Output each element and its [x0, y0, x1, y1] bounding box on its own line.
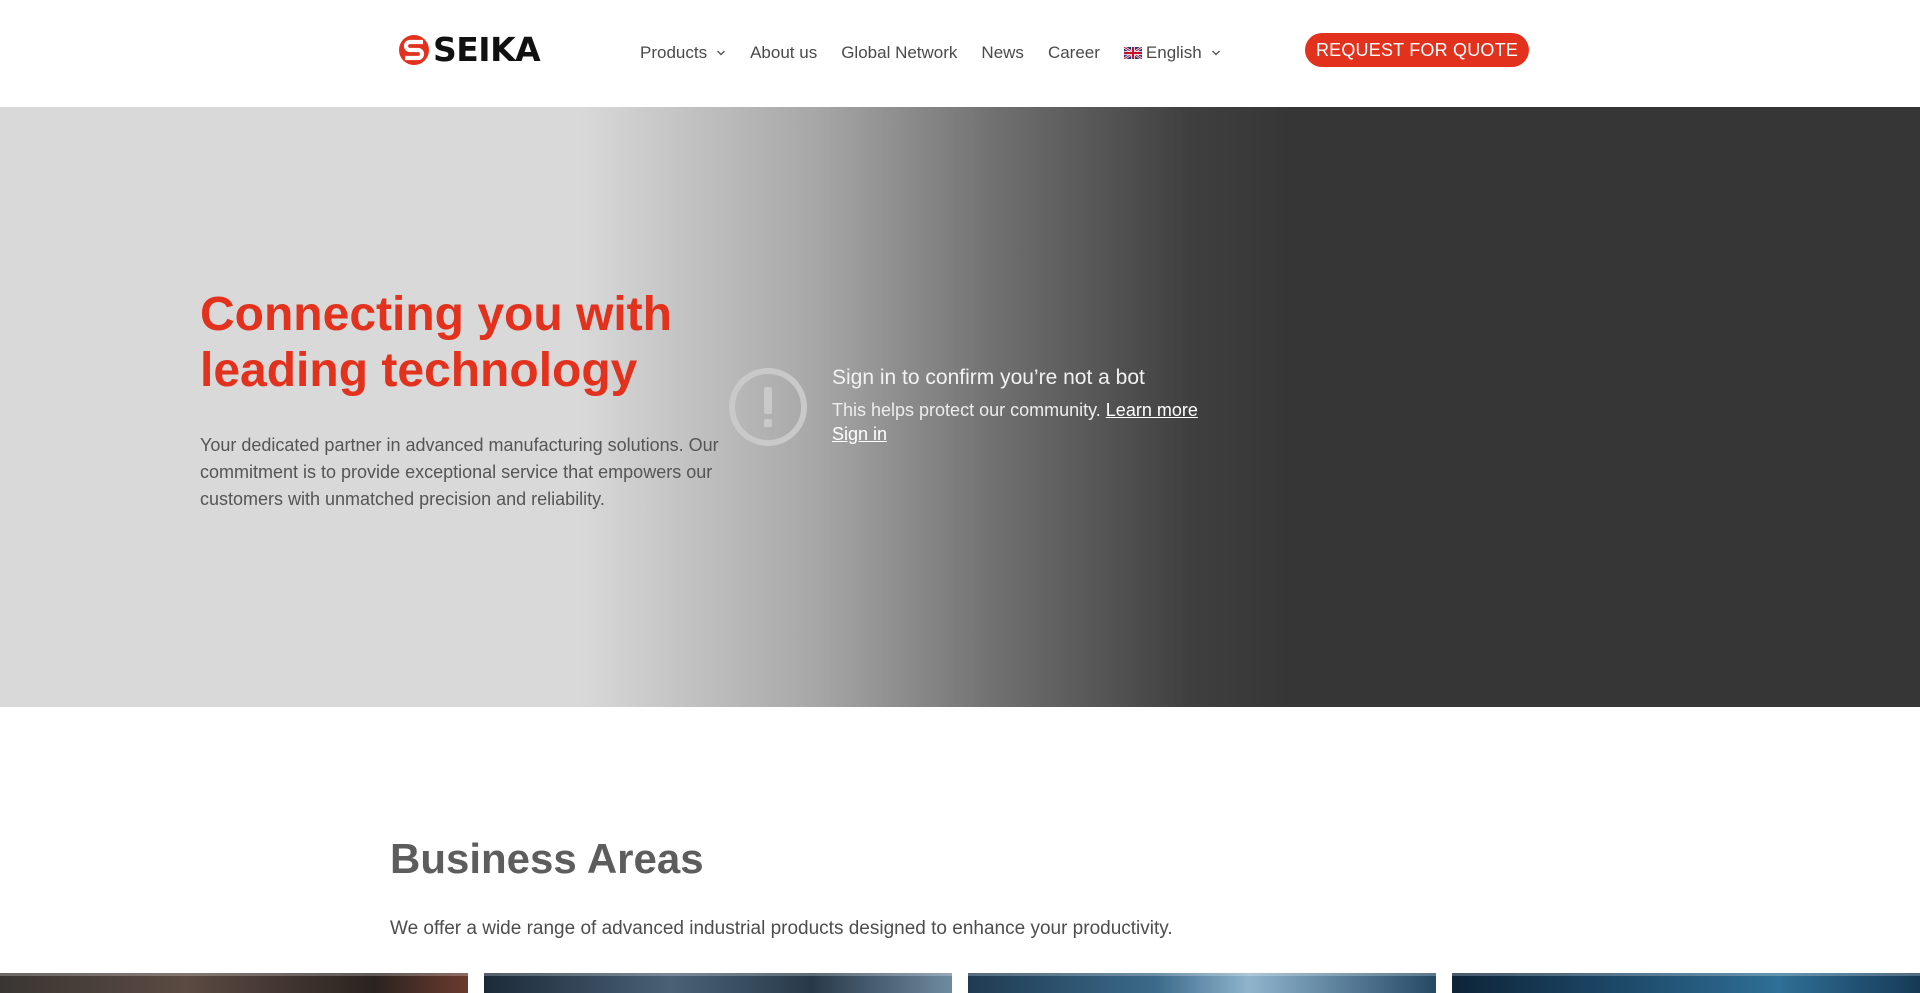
hero-title: Connecting you with leading technology [200, 288, 672, 397]
nav-item-label: About us [750, 43, 818, 62]
business-card-4[interactable] [1452, 973, 1920, 993]
card-image [484, 973, 952, 976]
business-areas-title: Business Areas [390, 835, 704, 882]
sign-in-link[interactable]: Sign in [832, 422, 887, 446]
nav-item-news[interactable]: News [981, 43, 1024, 63]
seika-logo-mark-icon [399, 35, 429, 65]
card-image [1452, 973, 1920, 976]
uk-flag-icon [1123, 47, 1142, 59]
request-quote-button[interactable]: REQUEST FOR QUOTE [1305, 33, 1529, 67]
hero-section: Connecting you with leading technology Y… [0, 107, 1920, 707]
nav-item-label: Products [640, 43, 708, 62]
card-image [0, 973, 468, 976]
seika-logo[interactable]: SEIKA [398, 30, 541, 69]
chevron-down-icon [1211, 50, 1220, 56]
language-label: English [1145, 43, 1202, 62]
nav-item-products[interactable]: Products [640, 43, 726, 63]
bot-check-title: Sign in to confirm you’re not a bot [832, 366, 1145, 389]
business-areas-text: We offer a wide range of advanced indust… [390, 918, 1173, 939]
language-selector[interactable]: English [1123, 43, 1221, 63]
hero-text: Your dedicated partner in advanced manuf… [200, 435, 719, 509]
bot-check-text: This helps protect our community. [832, 400, 1101, 420]
chevron-down-icon [717, 50, 726, 56]
business-card-2[interactable] [484, 973, 952, 993]
nav-item-career[interactable]: Career [1048, 43, 1100, 63]
nav-item-about-us[interactable]: About us [750, 43, 817, 63]
main-nav: Products About us Global Network News Ca… [640, 40, 1221, 66]
business-card-3[interactable] [968, 973, 1436, 993]
card-image [968, 973, 1436, 976]
nav-item-global-network[interactable]: Global Network [841, 43, 957, 63]
nav-item-label: Global Network [841, 43, 958, 62]
business-area-cards [0, 973, 1920, 993]
learn-more-link[interactable]: Learn more [1106, 400, 1198, 420]
nav-item-label: Career [1047, 43, 1100, 62]
exclamation-circle-icon [729, 368, 807, 446]
site-header: SEIKA Products About us Global Network N… [0, 0, 1920, 107]
business-card-1[interactable] [0, 973, 468, 993]
bot-check-message: Sign in to confirm you’re not a bot This… [832, 364, 1252, 446]
bot-check-text-line: This helps protect our community. Learn … [832, 398, 1252, 422]
nav-item-label: News [981, 43, 1024, 62]
logo-text: SEIKA [433, 30, 541, 69]
